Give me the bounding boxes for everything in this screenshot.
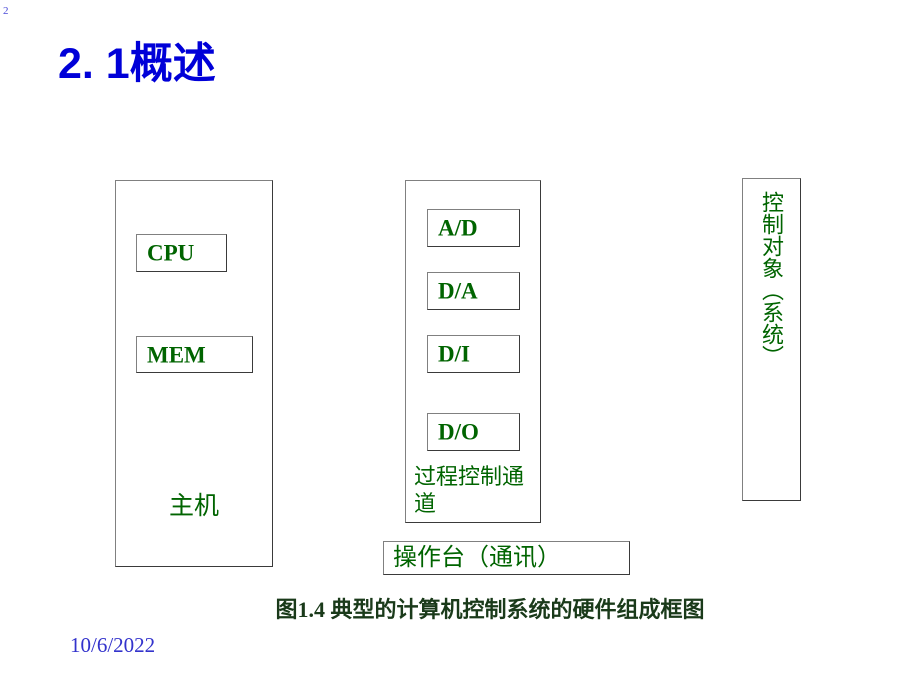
da-converter-box: D/A — [427, 272, 520, 310]
slide-canvas: 2 2. 1概述 主机 CPU MEM 过程控制通道 A/D D/A D/I D… — [0, 0, 920, 690]
digital-output-box: D/O — [427, 413, 520, 451]
da-converter-label: D/A — [438, 278, 478, 304]
digital-output-label: D/O — [438, 419, 479, 445]
process-control-channel-label: 过程控制通道 — [414, 464, 525, 516]
cpu-box: CPU — [136, 234, 227, 272]
page-title: 2. 1概述 — [58, 40, 216, 88]
controlled-object-box: 控制对象（系统） — [742, 178, 801, 501]
digital-input-box: D/I — [427, 335, 520, 373]
footer-date: 10/6/2022 — [70, 633, 156, 657]
ad-converter-label: A/D — [438, 215, 478, 241]
page-number: 2 — [3, 5, 9, 17]
digital-input-label: D/I — [438, 341, 470, 367]
controlled-object-label: 控制对象（系统） — [759, 191, 785, 367]
host-computer-label: 主机 — [168, 492, 219, 520]
operator-console-box: 操作台（通讯） — [383, 541, 630, 575]
ad-converter-box: A/D — [427, 209, 520, 247]
cpu-label: CPU — [147, 240, 195, 266]
figure-caption: 图1.4 典型的计算机控制系统的硬件组成框图 — [275, 597, 705, 622]
mem-box: MEM — [136, 336, 253, 373]
mem-label: MEM — [147, 342, 206, 367]
operator-console-label: 操作台（通讯） — [393, 544, 561, 571]
